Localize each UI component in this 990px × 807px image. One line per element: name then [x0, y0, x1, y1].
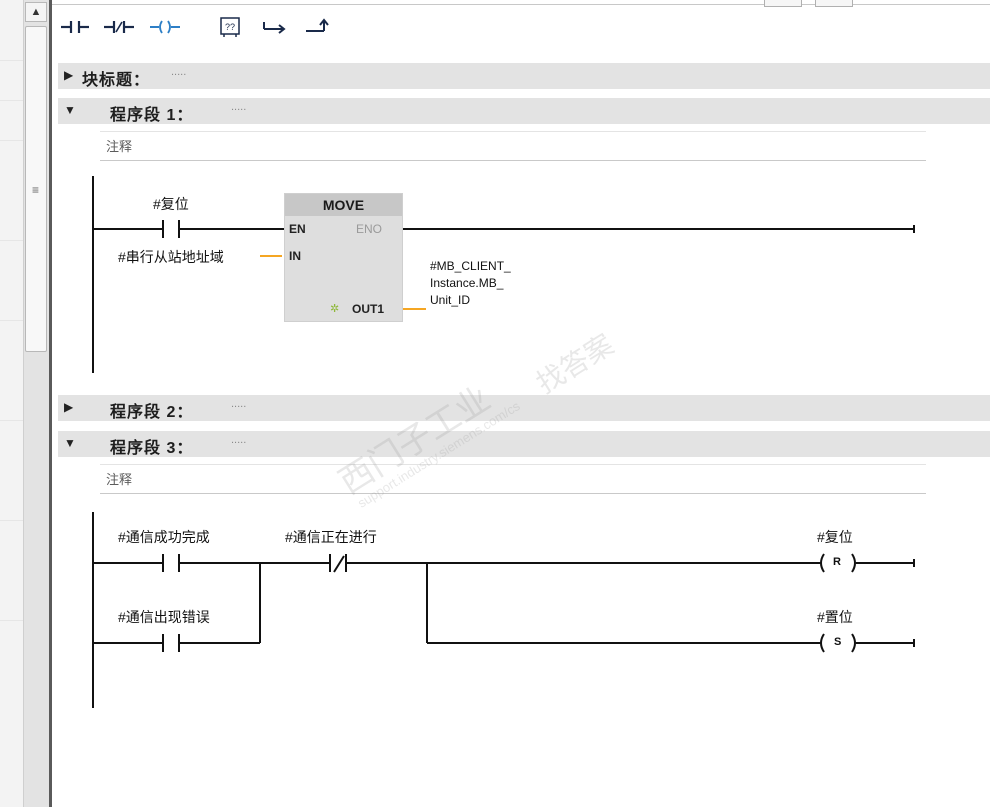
en-pin: EN	[289, 222, 306, 236]
network-2-header[interactable]: ▶ 程序段 2： .....	[58, 395, 990, 421]
network-2-title: 程序段 2：	[110, 404, 194, 421]
move-box-title: MOVE	[285, 194, 402, 216]
network-3-dots[interactable]: .....	[231, 434, 246, 446]
contact-2-operand[interactable]: #通信出现错误	[118, 607, 210, 627]
reset-coil-symbol: R	[833, 556, 841, 568]
out1-pin: OUT1	[352, 302, 385, 316]
out-operand-line2[interactable]: Instance.MB_	[430, 276, 503, 290]
network-3-header[interactable]: ▼ 程序段 3： .....	[58, 431, 990, 457]
network-3-title: 程序段 3：	[110, 440, 194, 457]
comment-text: 注释	[106, 472, 133, 487]
network-3-comment[interactable]: 注释	[100, 464, 926, 494]
collapse-triangle-icon[interactable]: ▼	[64, 436, 76, 450]
set-coil-symbol: S	[834, 636, 842, 648]
set-coil-operand[interactable]: #置位	[817, 607, 853, 627]
contact-1-operand[interactable]: #通信成功完成	[118, 527, 210, 547]
expand-triangle-icon[interactable]: ▶	[64, 400, 73, 414]
reset-coil-operand[interactable]: #复位	[817, 527, 853, 547]
nc-contact-operand[interactable]: #通信正在进行	[285, 527, 377, 547]
in-pin: IN	[289, 249, 301, 263]
out-operand-line1[interactable]: #MB_CLIENT_	[430, 259, 511, 273]
eno-pin: ENO	[356, 222, 383, 236]
contact-operand-label[interactable]: #复位	[153, 194, 189, 214]
in-operand-label[interactable]: #串行从站地址域	[118, 247, 224, 267]
out-operand-line3[interactable]: Unit_ID	[430, 293, 470, 307]
out-pin-marker-icon: ✲	[330, 303, 340, 315]
move-instruction-box[interactable]: MOVE	[284, 193, 403, 322]
network-2-dots[interactable]: .....	[231, 398, 246, 410]
